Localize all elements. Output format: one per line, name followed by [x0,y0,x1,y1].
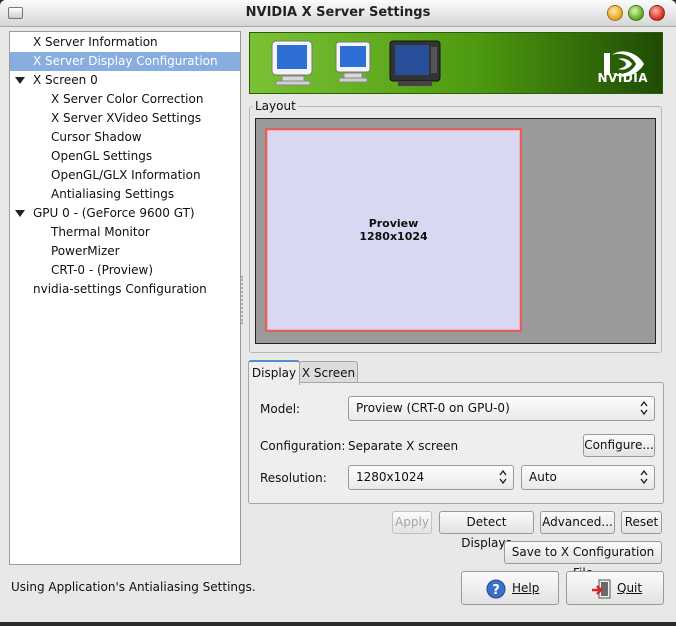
crt-monitor-icon [271,40,313,86]
sidebar-item-x-server-information[interactable]: X Server Information [10,33,240,52]
sidebar-item-label: GPU 0 - (GeForce 9600 GT) [33,206,195,220]
advanced-button[interactable]: Advanced... [540,511,615,534]
apply-button[interactable]: Apply [392,511,432,534]
sidebar-item-gpu-0-geforce-9600-gt[interactable]: GPU 0 - (GeForce 9600 GT) [10,204,240,223]
sidebar-item-label: X Screen 0 [33,73,98,87]
resolution-select[interactable]: 1280x1024 [348,465,514,490]
sidebar-item-label: X Server XVideo Settings [51,111,202,125]
svg-text:?: ? [492,583,500,598]
refresh-rate-select-value: Auto [529,470,557,484]
help-icon: ? [486,579,506,599]
navigation-tree[interactable]: X Server Information X Server Display Con… [9,31,241,565]
sidebar-item-cursor-shadow[interactable]: Cursor Shadow [10,128,240,147]
sidebar-item-label: PowerMizer [51,244,120,258]
sidebar-item-label: OpenGL Settings [51,149,153,163]
resolution-label: Resolution: [260,471,327,485]
minimize-button[interactable] [607,5,623,21]
tv-monitor-icon [389,40,441,86]
sidebar-item-label: Cursor Shadow [51,130,142,144]
reset-button[interactable]: Reset [621,511,662,534]
screen-resolution: 1280x1024 [359,230,428,243]
window-title: NVIDIA X Server Settings [245,5,431,20]
sidebar-item-label: X Server Information [33,35,158,49]
exit-door-icon [592,579,611,599]
layout-legend: Layout [253,99,298,113]
save-config-button[interactable]: Save to X Configuration File [504,541,662,580]
display-screen-label: Proview 1280x1024 [265,217,522,243]
model-label: Model: [260,402,301,416]
title-bar[interactable]: NVIDIA X Server Settings [0,0,676,27]
sidebar-item-label: CRT-0 - (Proview) [51,263,154,277]
help-label: Help [512,581,540,595]
sidebar-item-x-screen-0[interactable]: X Screen 0 [10,71,240,90]
model-select[interactable]: Proview (CRT-0 on GPU-0) [348,396,655,421]
detect-displays-button[interactable]: Detect Displays [439,511,534,550]
sidebar-item-powermizer[interactable]: PowerMizer [10,242,240,261]
configure-button[interactable]: Configure... [583,434,655,457]
nvidia-logo-text: NVIDIA [597,71,648,85]
nvidia-banner: NVIDIA [249,32,663,94]
sidebar-item-nvidia-settings-configuration[interactable]: nvidia-settings Configuration [10,280,240,299]
sidebar-item-label: nvidia-settings Configuration [33,282,207,296]
nvidia-settings-window: NVIDIA X Server Settings X Server Inform… [0,0,676,622]
select-arrows-icon [499,469,507,485]
help-button[interactable]: ? Help [461,571,559,605]
sidebar-item-opengl-glx-information[interactable]: OpenGL/GLX Information [10,166,240,185]
sidebar-item-label: X Server Color Correction [51,92,204,106]
maximize-button[interactable] [628,5,644,21]
sidebar-item-crt-0-proview[interactable]: CRT-0 - (Proview) [10,261,240,280]
status-bar-text: Using Application's Antialiasing Setting… [11,580,256,594]
select-arrows-icon [640,400,648,416]
select-arrows-icon [640,469,648,485]
quit-button[interactable]: Quit [566,571,664,605]
sidebar-item-label: X Server Display Configuration [33,54,218,68]
close-button[interactable] [649,5,665,21]
tab-display[interactable]: Display [248,360,300,385]
model-select-value: Proview (CRT-0 on GPU-0) [356,401,510,415]
configuration-value: Separate X screen [348,439,459,453]
sidebar-item-opengl-settings[interactable]: OpenGL Settings [10,147,240,166]
sidebar-item-x-server-color-correction[interactable]: X Server Color Correction [10,90,240,109]
expander-arrow-icon[interactable] [15,77,25,84]
tab-x-screen[interactable]: X Screen [299,361,358,384]
sidebar-item-antialiasing-settings[interactable]: Antialiasing Settings [10,185,240,204]
pane-resize-handle[interactable] [241,276,245,324]
sidebar-item-x-server-display-configuration[interactable]: X Server Display Configuration [10,52,240,71]
sidebar-item-thermal-monitor[interactable]: Thermal Monitor [10,223,240,242]
sidebar-item-label: Thermal Monitor [51,225,150,239]
quit-label: Quit [617,581,643,595]
crt-monitor-icon [335,41,371,83]
sidebar-item-label: Antialiasing Settings [51,187,175,201]
sidebar-item-x-server-xvideo-settings[interactable]: X Server XVideo Settings [10,109,240,128]
resolution-select-value: 1280x1024 [356,470,425,484]
sidebar-item-label: OpenGL/GLX Information [51,168,201,182]
screen-name: Proview [368,217,419,230]
expander-arrow-icon[interactable] [15,210,25,217]
configuration-label: Configuration: [260,439,346,453]
refresh-rate-select[interactable]: Auto [521,465,655,490]
